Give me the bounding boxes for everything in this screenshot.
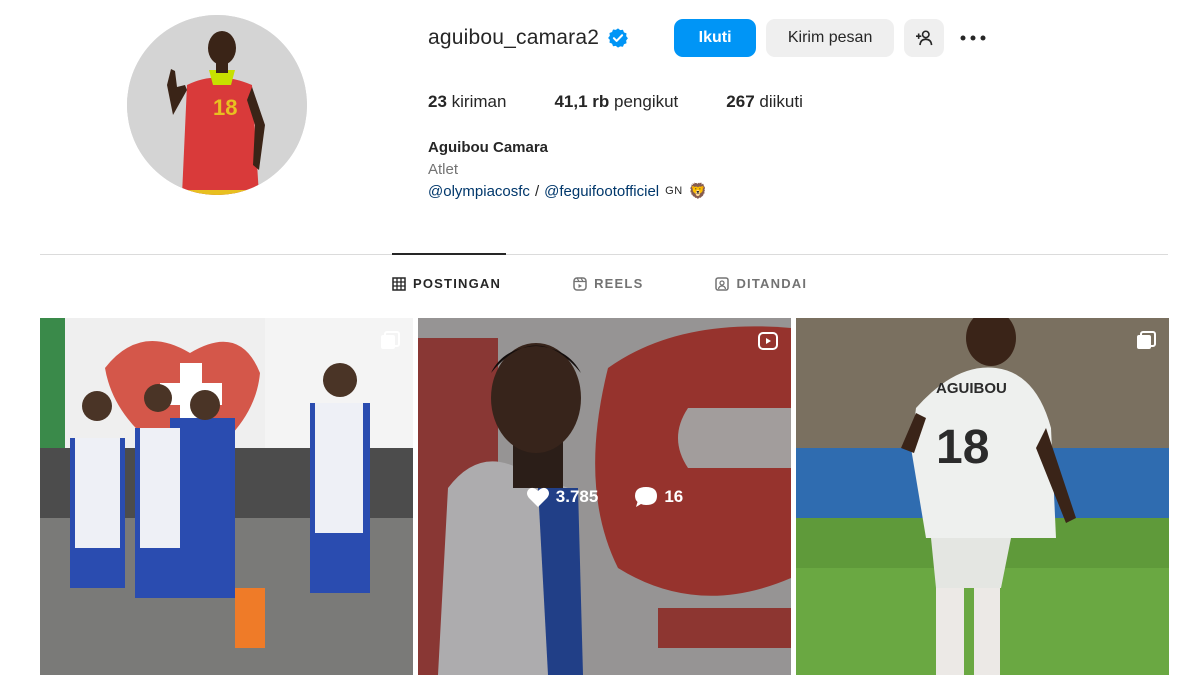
bio-flag: GN	[665, 185, 683, 197]
posts-label: kiriman	[451, 92, 507, 111]
tab-reels-label: REELS	[594, 276, 644, 291]
likes-count: 3.785	[555, 486, 599, 506]
following-count: 267	[726, 92, 755, 111]
posts-stat: 23 kiriman	[428, 92, 506, 112]
svg-text:AGUIBOU: AGUIBOU	[936, 380, 1007, 397]
tab-tagged[interactable]: DITANDAI	[715, 276, 807, 291]
followers-count: 41,1 rb	[554, 92, 610, 111]
likes-count-group: 3.785	[526, 486, 599, 508]
post-thumbnail-2[interactable]: 3.785 16	[418, 318, 791, 675]
profile-bio: @olympiacosfc / @feguifootofficiel GN 🦁	[428, 182, 708, 201]
verified-badge-icon	[607, 27, 629, 49]
svg-text:18: 18	[936, 421, 989, 474]
following-stat[interactable]: 267 diikuti	[726, 92, 803, 112]
profile-full-name: Aguibou Camara	[428, 139, 549, 156]
profile-username: aguibou_camara2	[428, 26, 600, 49]
carousel-icon	[381, 331, 400, 349]
profile-category: Atlet	[428, 161, 459, 178]
followers-label: pengikut	[614, 92, 679, 111]
posts-count: 23	[428, 92, 447, 111]
followers-stat[interactable]: 41,1 rb pengikut	[554, 92, 678, 112]
tabs-divider	[40, 254, 1168, 255]
bio-separator: /	[534, 182, 540, 200]
message-button[interactable]: Kirim pesan	[766, 19, 895, 57]
svg-text:18: 18	[213, 95, 237, 120]
post-thumbnail-3[interactable]: AGUIBOU 18	[796, 318, 1169, 675]
tab-posts[interactable]: POSTINGAN	[392, 276, 501, 291]
suggested-accounts-button[interactable]	[904, 19, 945, 57]
reels-icon	[573, 276, 587, 291]
more-options-button[interactable]	[958, 23, 988, 53]
tab-tagged-label: DITANDAI	[736, 276, 808, 291]
tab-posts-label: POSTINGAN	[413, 276, 502, 291]
comments-count-group: 16	[634, 486, 683, 508]
heart-icon	[526, 487, 549, 507]
bio-link-federation[interactable]: @feguifootofficiel	[544, 183, 659, 200]
comments-count: 16	[664, 486, 684, 506]
profile-stats: 23 kiriman 41,1 rb pengikut 267 diikuti	[428, 92, 851, 112]
active-tab-indicator	[392, 253, 506, 255]
profile-avatar[interactable]: 18	[127, 15, 307, 195]
tab-reels[interactable]: REELS	[573, 276, 643, 291]
bio-link-club[interactable]: @olympiacosfc	[428, 183, 530, 200]
post-thumbnail-1[interactable]	[40, 318, 413, 675]
follow-button[interactable]: Ikuti	[674, 19, 757, 57]
profile-title-row: aguibou_camara2 Ikuti Kirim pesan	[428, 18, 988, 58]
lion-emoji-icon: 🦁	[688, 183, 708, 200]
tagged-icon	[715, 276, 730, 291]
more-options-icon	[960, 35, 986, 41]
carousel-icon	[1137, 331, 1156, 349]
grid-icon	[392, 276, 406, 291]
posts-grid: 3.785 16 AGUIBOU 18	[40, 318, 1169, 675]
post-hover-overlay: 3.785 16	[418, 318, 791, 675]
add-user-icon	[916, 30, 933, 46]
comment-icon	[635, 486, 658, 507]
profile-tabs: POSTINGAN REELS DITANDAI	[392, 276, 879, 291]
following-label: diikuti	[759, 92, 803, 111]
